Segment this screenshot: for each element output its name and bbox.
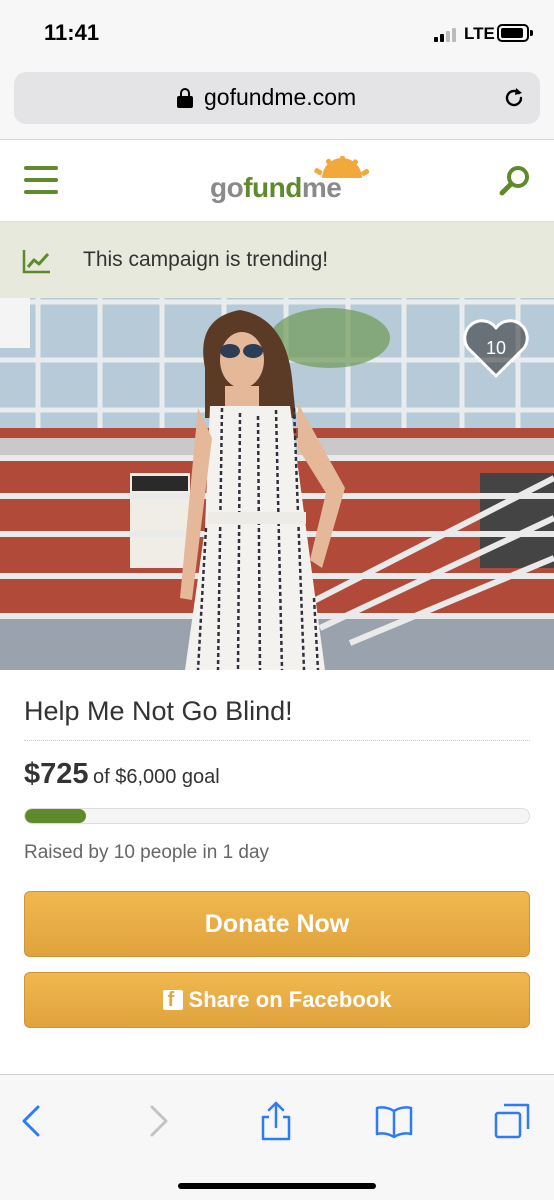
trending-banner: This campaign is trending! bbox=[0, 222, 554, 298]
address-bar[interactable]: gofundme.com bbox=[14, 72, 540, 124]
status-bar: 11:41 LTE bbox=[0, 0, 554, 64]
bookmarks-icon[interactable] bbox=[374, 1101, 414, 1141]
browser-address-area: gofundme.com bbox=[0, 64, 554, 140]
forward-icon[interactable] bbox=[136, 1101, 176, 1141]
browser-toolbar bbox=[0, 1074, 554, 1200]
trending-chart-icon bbox=[22, 250, 50, 274]
amount-raised-row: $725 of $6,000 goal bbox=[24, 758, 220, 791]
site-header: gofundme bbox=[0, 140, 554, 222]
hamburger-menu-icon[interactable] bbox=[24, 166, 58, 194]
url-text: gofundme.com bbox=[204, 84, 357, 110]
back-icon[interactable] bbox=[14, 1101, 54, 1141]
status-time: 11:41 bbox=[44, 20, 100, 45]
share-icon[interactable] bbox=[256, 1101, 296, 1141]
donate-now-button[interactable]: Donate Now bbox=[24, 891, 530, 957]
share-label: Share on Facebook bbox=[188, 987, 392, 1012]
divider bbox=[24, 740, 530, 741]
favorite-heart-button[interactable]: 10 bbox=[462, 318, 530, 380]
facebook-icon bbox=[162, 989, 183, 1012]
gofundme-logo[interactable]: gofundme bbox=[210, 156, 370, 206]
network-label: LTE bbox=[464, 24, 495, 43]
progress-bar-fill bbox=[25, 809, 86, 823]
share-on-facebook-button[interactable]: Share on Facebook bbox=[24, 972, 530, 1028]
heart-count: 10 bbox=[485, 338, 507, 358]
goal-text: of $6,000 goal bbox=[92, 766, 220, 788]
reload-icon[interactable] bbox=[502, 86, 526, 110]
donate-now-label: Donate Now bbox=[204, 909, 350, 938]
trending-text: This campaign is trending! bbox=[83, 248, 329, 271]
raised-by-text: Raised by 10 people in 1 day bbox=[24, 842, 270, 863]
campaign-photo[interactable]: 10 bbox=[0, 298, 554, 670]
signal-strength-icon bbox=[434, 26, 458, 42]
search-icon[interactable] bbox=[498, 164, 532, 198]
progress-bar bbox=[24, 808, 530, 824]
home-indicator bbox=[178, 1183, 376, 1189]
logo-text: gofundme bbox=[210, 172, 342, 203]
tabs-icon[interactable] bbox=[492, 1101, 532, 1141]
campaign-title: Help Me Not Go Blind! bbox=[24, 696, 293, 726]
lock-icon bbox=[177, 88, 193, 108]
amount-raised: $725 bbox=[24, 758, 89, 790]
battery-icon bbox=[497, 24, 533, 42]
